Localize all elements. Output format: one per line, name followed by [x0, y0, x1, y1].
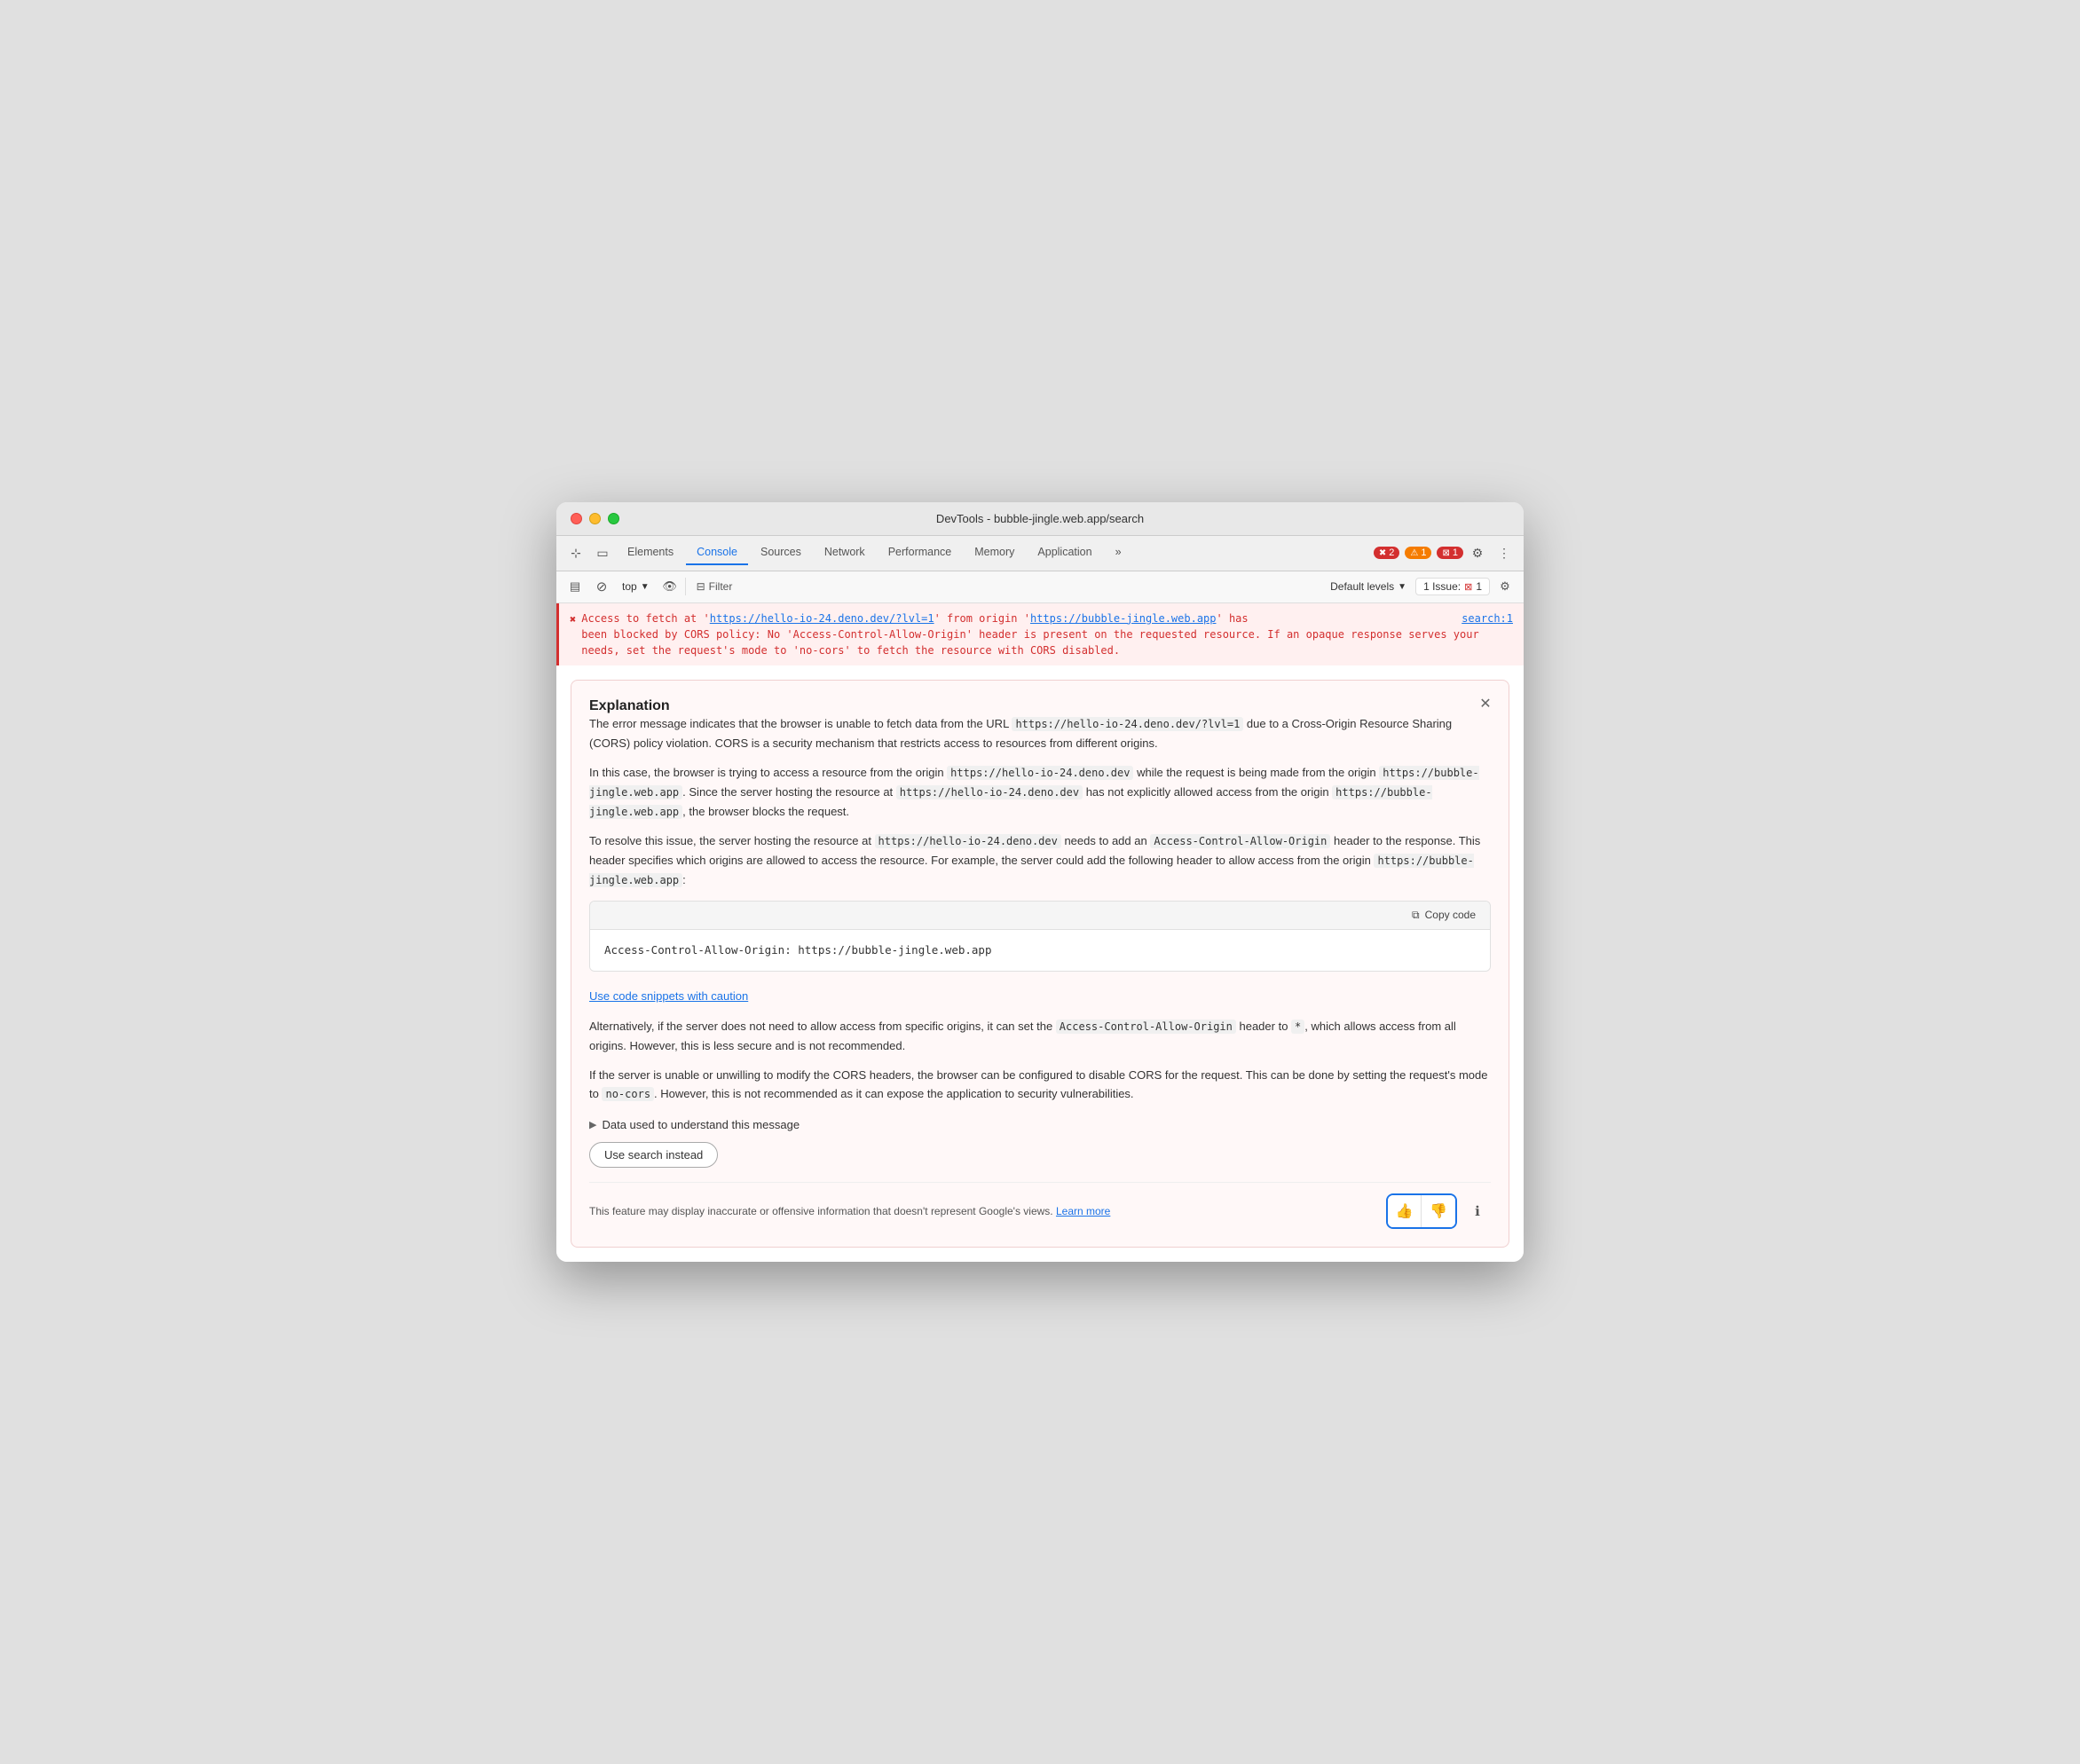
filter-icon: ⊟ — [697, 580, 705, 593]
tab-performance[interactable]: Performance — [878, 540, 963, 565]
thumbs-button-group: 👍 👎 — [1386, 1193, 1457, 1229]
warn-badge[interactable]: ⚠ 1 — [1405, 547, 1431, 559]
devtools-window: DevTools - bubble-jingle.web.app/search … — [556, 502, 1524, 1262]
feedback-disclaimer: This feature may display inaccurate or o… — [589, 1204, 1110, 1219]
feedback-buttons: 👍 👎 ℹ — [1386, 1193, 1491, 1229]
sidebar-toggle-icon[interactable]: ▤ — [563, 575, 587, 598]
error-count: 2 — [1389, 547, 1394, 558]
code-block-body: Access-Control-Allow-Origin: https://bub… — [590, 930, 1490, 971]
error-message: Access to fetch at 'https://hello-io-24.… — [581, 610, 1513, 658]
thumbs-up-button[interactable]: 👍 — [1388, 1195, 1422, 1227]
explanation-title: Explanation — [589, 698, 670, 713]
default-levels-dropdown[interactable]: Default levels ▼ — [1325, 579, 1412, 595]
use-search-button[interactable]: Use search instead — [589, 1142, 718, 1168]
code-content: Access-Control-Allow-Origin: https://bub… — [604, 943, 992, 957]
learn-more-link[interactable]: Learn more — [1056, 1205, 1110, 1217]
explanation-panel: Explanation ✕ The error message indicate… — [571, 680, 1509, 1248]
context-selector[interactable]: top ▼ — [617, 579, 655, 595]
clear-console-icon[interactable]: ⊘ — [590, 575, 613, 598]
code-block: ⧉ Copy code Access-Control-Allow-Origin:… — [589, 901, 1491, 972]
maximize-button[interactable] — [608, 513, 619, 524]
error-icon: ✖ — [1379, 548, 1386, 558]
data-arrow-icon: ▶ — [589, 1119, 596, 1130]
data-toggle-button[interactable]: ▶ Data used to understand this message — [589, 1118, 1491, 1131]
tab-application[interactable]: Application — [1027, 540, 1102, 565]
error-text-end: ' has — [1217, 612, 1249, 625]
info-count: 1 — [1453, 547, 1458, 558]
explanation-alt-para: Alternatively, if the server does not ne… — [589, 1017, 1491, 1055]
error-text-start: Access to fetch at ' — [581, 612, 710, 625]
console-content: ✖ Access to fetch at 'https://hello-io-2… — [556, 603, 1524, 1262]
explanation-final-para: If the server is unable or unwilling to … — [589, 1066, 1491, 1104]
tab-more[interactable]: » — [1105, 540, 1132, 565]
inspect-icon[interactable]: ⊹ — [563, 540, 588, 565]
context-label: top — [622, 580, 637, 593]
issue-label: 1 Issue: — [1423, 580, 1461, 593]
caution-link[interactable]: Use code snippets with caution — [589, 989, 748, 1003]
copy-code-button[interactable]: ⧉ Copy code — [1406, 907, 1481, 924]
tab-memory[interactable]: Memory — [964, 540, 1025, 565]
error-url1[interactable]: https://hello-io-24.deno.dev/?lvl=1 — [710, 612, 934, 625]
error-source[interactable]: search:1 — [1462, 610, 1513, 626]
issue-icon: ⊠ — [1464, 581, 1472, 593]
explanation-para-1: The error message indicates that the bro… — [589, 714, 1491, 752]
eye-icon[interactable]: 👁 — [658, 575, 682, 598]
settings-icon[interactable]: ⚙ — [1465, 540, 1490, 565]
issue-badge[interactable]: 1 Issue: ⊠ 1 — [1415, 578, 1490, 595]
feedback-row: This feature may display inaccurate or o… — [589, 1182, 1491, 1229]
context-dropdown-icon: ▼ — [641, 582, 650, 592]
filter-label: Filter — [709, 580, 733, 593]
title-bar: DevTools - bubble-jingle.web.app/search — [556, 502, 1524, 536]
error-badge[interactable]: ✖ 2 — [1374, 547, 1400, 559]
default-levels-label: Default levels — [1330, 580, 1394, 593]
filter-button[interactable]: ⊟ Filter — [689, 579, 740, 595]
explanation-para-3: To resolve this issue, the server hostin… — [589, 831, 1491, 889]
console-toolbar: ▤ ⊘ top ▼ 👁 ⊟ Filter Default levels ▼ 1 … — [556, 571, 1524, 603]
traffic-lights — [571, 513, 619, 524]
minimize-button[interactable] — [589, 513, 601, 524]
tab-console[interactable]: Console — [686, 540, 748, 565]
error-row-icon: ✖ — [570, 611, 576, 627]
tab-sources[interactable]: Sources — [750, 540, 812, 565]
code-block-header: ⧉ Copy code — [590, 902, 1490, 930]
info-badge[interactable]: ⊠ 1 — [1437, 547, 1463, 559]
tab-elements[interactable]: Elements — [617, 540, 684, 565]
info-badge-icon: ⊠ — [1442, 548, 1449, 558]
warn-count: 1 — [1421, 547, 1426, 558]
thumbs-down-button[interactable]: 👎 — [1422, 1195, 1455, 1227]
more-options-icon[interactable]: ⋮ — [1492, 540, 1517, 565]
error-url2[interactable]: https://bubble-jingle.web.app — [1030, 612, 1217, 625]
warn-icon: ⚠ — [1410, 548, 1418, 558]
close-button[interactable] — [571, 513, 582, 524]
error-text-mid: ' from origin ' — [934, 612, 1030, 625]
explanation-para-2: In this case, the browser is trying to a… — [589, 763, 1491, 821]
error-row: ✖ Access to fetch at 'https://hello-io-2… — [556, 603, 1524, 665]
error-cont: been blocked by CORS policy: No 'Access-… — [581, 628, 1478, 657]
issue-count: 1 — [1476, 580, 1482, 593]
nav-badges: ✖ 2 ⚠ 1 ⊠ 1 — [1374, 547, 1463, 559]
toolbar-divider — [685, 578, 686, 595]
tab-network[interactable]: Network — [814, 540, 876, 565]
devtools-nav: ⊹ ▭ Elements Console Sources Network Per… — [556, 536, 1524, 571]
default-levels-arrow: ▼ — [1398, 582, 1406, 592]
window-title: DevTools - bubble-jingle.web.app/search — [936, 512, 1144, 525]
console-settings-icon[interactable]: ⚙ — [1493, 575, 1517, 598]
copy-code-label: Copy code — [1425, 909, 1476, 921]
device-icon[interactable]: ▭ — [590, 540, 615, 565]
info-button[interactable]: ℹ — [1464, 1198, 1491, 1225]
data-section: ▶ Data used to understand this message — [589, 1118, 1491, 1131]
copy-icon: ⧉ — [1412, 909, 1420, 922]
data-toggle-label: Data used to understand this message — [602, 1118, 800, 1131]
close-explanation-button[interactable]: ✕ — [1475, 693, 1496, 714]
